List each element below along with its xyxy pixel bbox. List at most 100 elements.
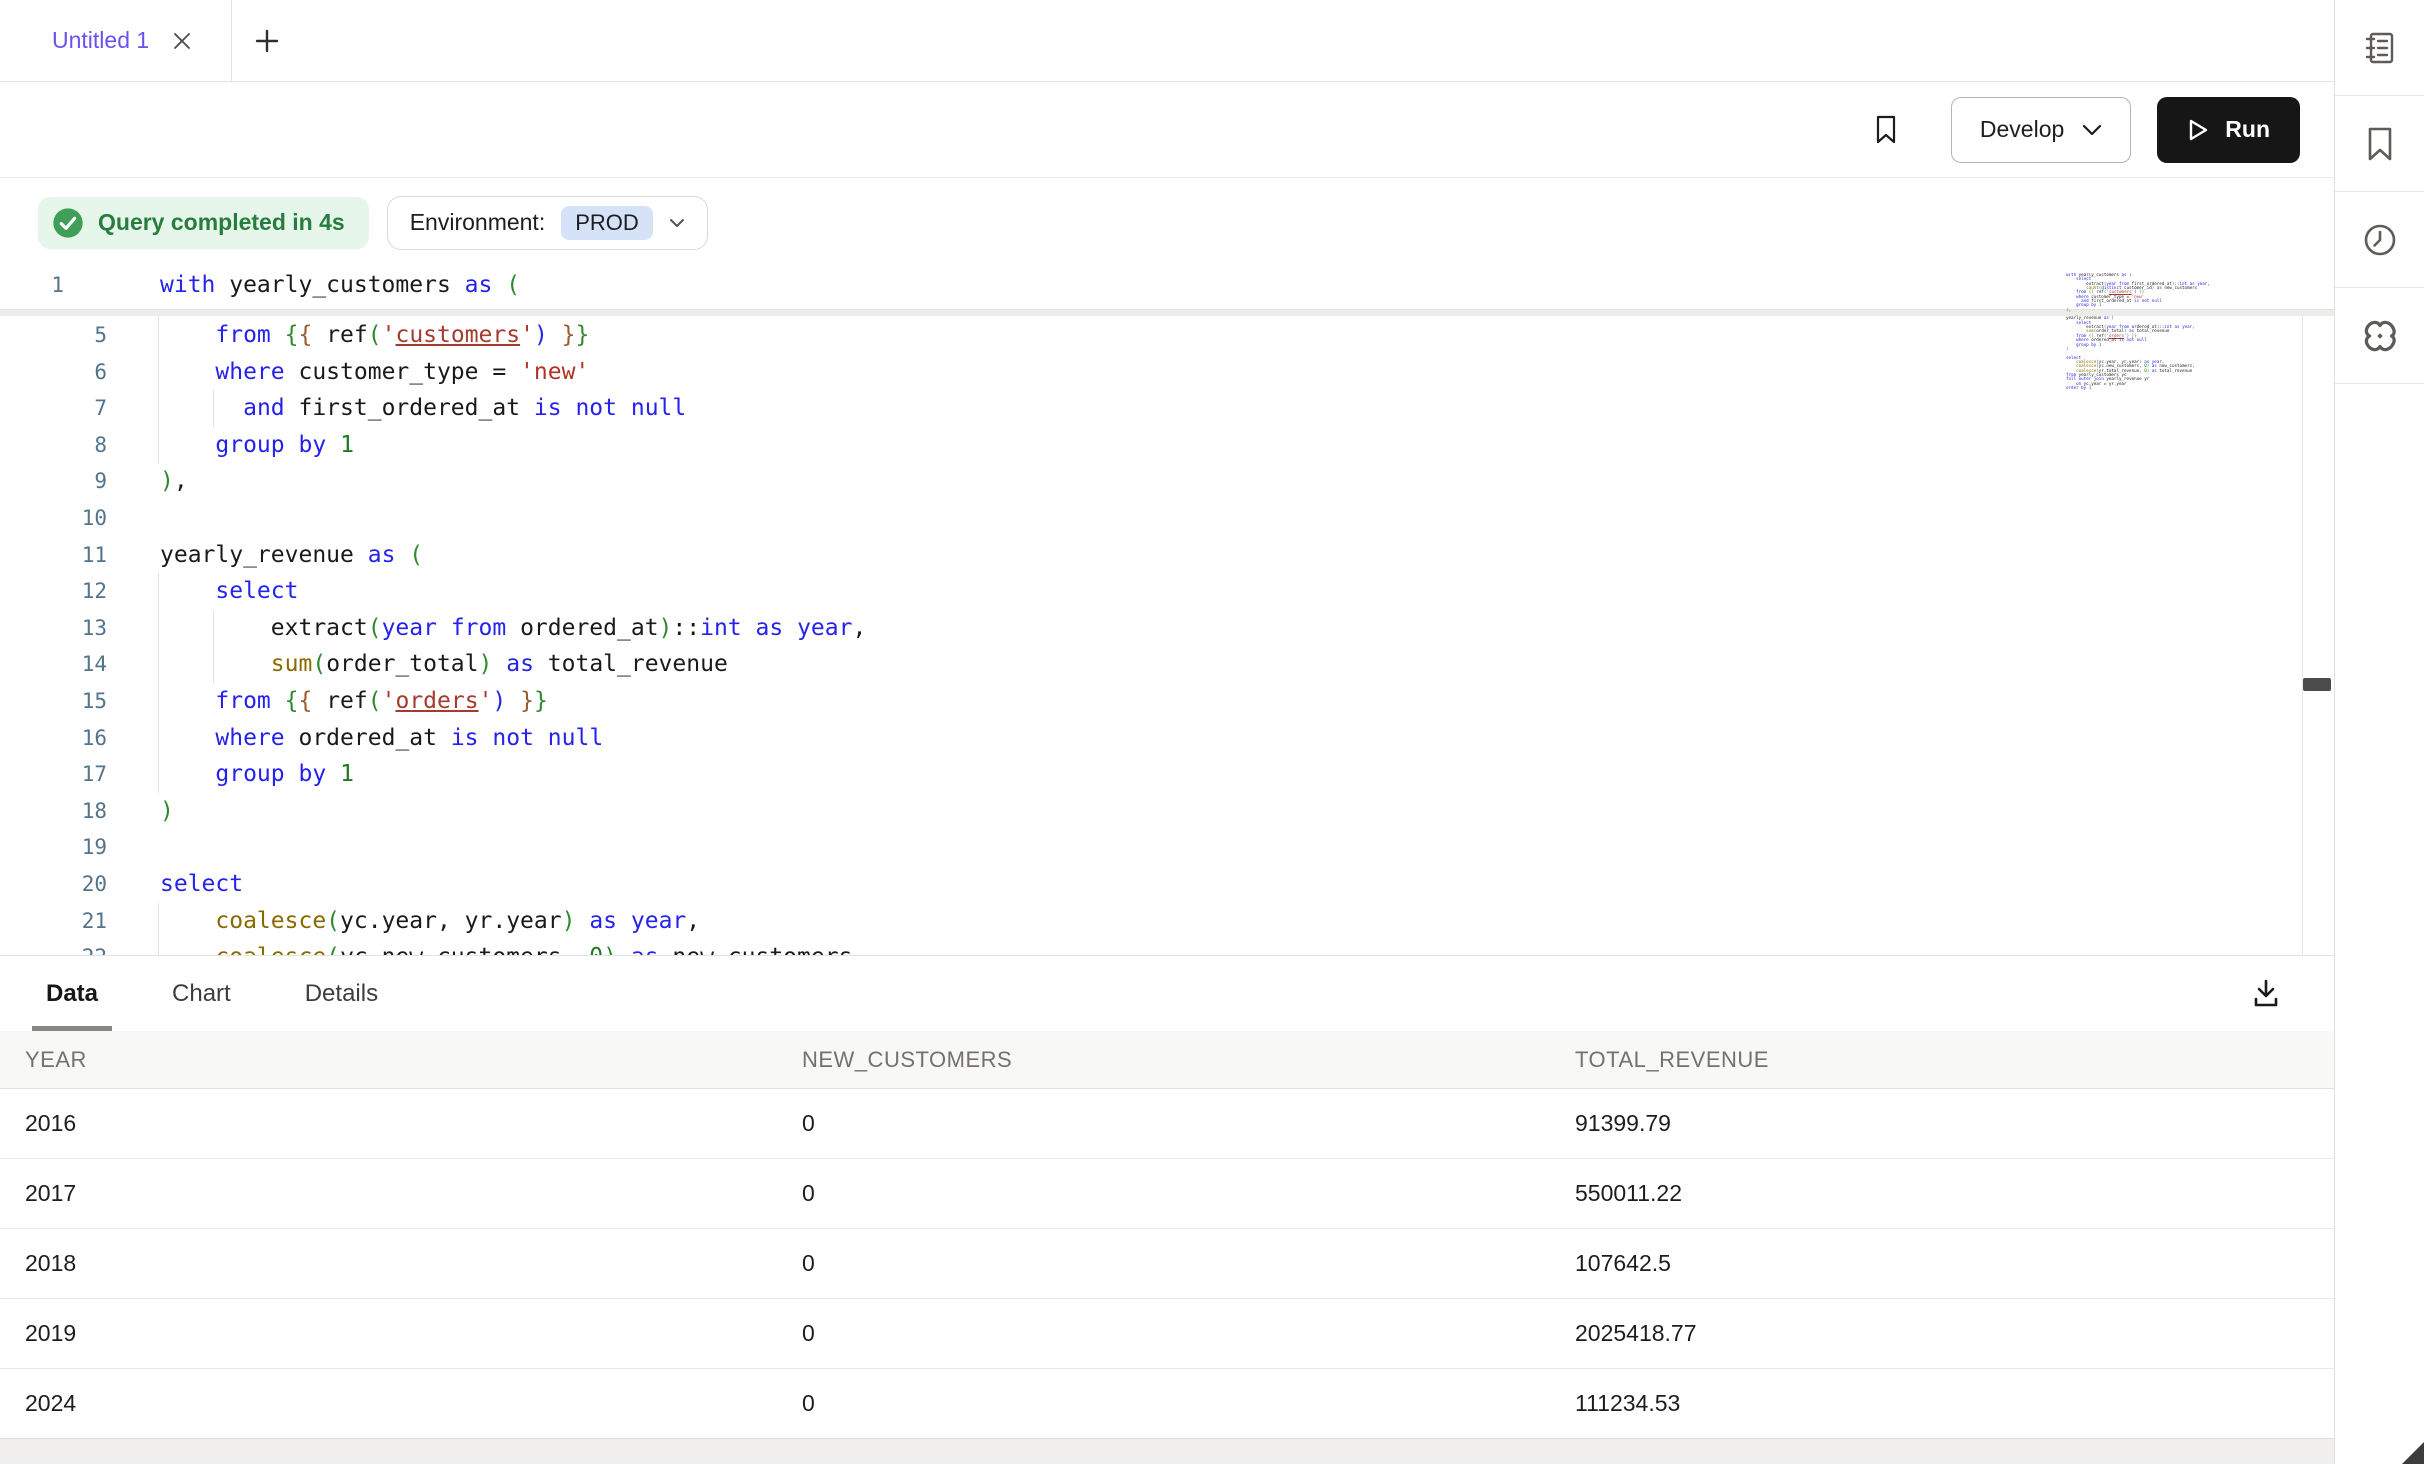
query-status-pill: Query completed in 4s xyxy=(38,197,369,249)
indent-guide xyxy=(158,573,159,610)
table-row: 20240111234.53 xyxy=(0,1369,2334,1439)
code-line-20: 20select xyxy=(0,866,2280,903)
column-header-year: YEAR xyxy=(25,1047,802,1073)
sidebar-item-dbt[interactable] xyxy=(2335,288,2424,384)
code-line-21: 21 coalesce(yc.year, yr.year) as year, xyxy=(0,903,2280,940)
indent-guide xyxy=(158,354,159,391)
download-button[interactable] xyxy=(2246,974,2286,1014)
new-tab-button[interactable] xyxy=(232,0,302,82)
code-line-9: 9), xyxy=(0,463,2280,500)
line-number: 13 xyxy=(0,610,107,647)
close-icon[interactable] xyxy=(171,30,193,52)
sidebar-item-history[interactable] xyxy=(2335,192,2424,288)
minimap-line: order by 1 xyxy=(2066,386,2296,390)
toolbar: Develop Run xyxy=(0,82,2334,178)
line-number: 6 xyxy=(0,354,107,391)
code-line-16: 16 where ordered_at is not null xyxy=(0,720,2280,757)
indent-guide xyxy=(158,427,159,464)
tab-untitled-1[interactable]: Untitled 1 xyxy=(0,0,231,82)
play-icon xyxy=(2187,118,2209,142)
table-body: 2016091399.7920170550011.2220180107642.5… xyxy=(0,1089,2334,1439)
status-row: Query completed in 4s Environment: PROD xyxy=(0,178,2334,267)
code-line-22: 22 coalesce(yc.new_customers, 0) as new_… xyxy=(0,939,2280,955)
table-cell: 111234.53 xyxy=(1575,1390,2334,1417)
table-cell: 550011.22 xyxy=(1575,1180,2334,1207)
table-cell: 2019 xyxy=(25,1320,802,1347)
line-number: 8 xyxy=(0,427,107,464)
code-line-5: 5 from {{ ref('customers') }} xyxy=(0,317,2280,354)
table-row: 201902025418.77 xyxy=(0,1299,2334,1369)
line-number: 17 xyxy=(0,756,107,793)
line-number: 10 xyxy=(0,500,107,537)
sql-editor[interactable]: 1with yearly_customers as ( 5 from {{ re… xyxy=(0,267,2334,955)
main-area: Untitled 1 Develop Run xyxy=(0,0,2334,1464)
line-number: 20 xyxy=(0,866,107,903)
line-number: 5 xyxy=(0,317,107,354)
sticky-separator xyxy=(0,309,2334,316)
environment-selector[interactable]: Environment: PROD xyxy=(387,196,708,250)
scrollbar-track xyxy=(2302,267,2303,955)
line-number: 7 xyxy=(0,390,107,427)
results-tabs: Data Chart Details xyxy=(0,956,2334,1031)
table-header: YEARNEW_CUSTOMERSTOTAL_REVENUE xyxy=(0,1031,2334,1089)
tab-label: Untitled 1 xyxy=(52,27,149,54)
line-number: 19 xyxy=(0,829,107,866)
table-cell: 2018 xyxy=(25,1250,802,1277)
sidebar-item-notebook[interactable] xyxy=(2335,0,2424,96)
develop-dropdown[interactable]: Develop xyxy=(1951,97,2131,163)
code-line-14: 14 sum(order_total) as total_revenue xyxy=(0,646,2280,683)
develop-label: Develop xyxy=(1980,116,2064,143)
code-line-13: 13 extract(year from ordered_at)::int as… xyxy=(0,610,2280,647)
code-line-7: 7 and first_ordered_at is not null xyxy=(0,390,2280,427)
code-line-8: 8 group by 1 xyxy=(0,427,2280,464)
indent-guide xyxy=(158,317,159,354)
history-icon xyxy=(2360,220,2400,260)
tab-data[interactable]: Data xyxy=(32,956,112,1031)
table-row: 20180107642.5 xyxy=(0,1229,2334,1299)
code-body[interactable]: 5 from {{ ref('customers') }}6 where cus… xyxy=(0,317,2280,955)
tab-chart[interactable]: Chart xyxy=(158,956,245,1031)
indent-guide xyxy=(158,390,159,427)
column-header-new_customers: NEW_CUSTOMERS xyxy=(802,1047,1575,1073)
bookmark-icon xyxy=(2363,125,2397,163)
table-cell: 0 xyxy=(802,1250,1575,1277)
minimap[interactable]: with yearly_customers as ( select extrac… xyxy=(2066,273,2296,913)
line-number: 16 xyxy=(0,720,107,757)
indent-guide xyxy=(158,939,159,955)
indent-guide xyxy=(158,683,159,720)
chevron-down-icon xyxy=(2082,124,2102,136)
environment-badge: PROD xyxy=(561,206,653,240)
notebook-icon xyxy=(2359,28,2401,68)
code-line-17: 17 group by 1 xyxy=(0,756,2280,793)
bookmark-button[interactable] xyxy=(1859,103,1913,157)
column-header-total_revenue: TOTAL_REVENUE xyxy=(1575,1047,2334,1073)
table-cell: 0 xyxy=(802,1180,1575,1207)
right-sidebar xyxy=(2334,0,2424,1464)
tab-details[interactable]: Details xyxy=(291,956,392,1031)
line-number: 18 xyxy=(0,793,107,830)
sidebar-item-bookmarks[interactable] xyxy=(2335,96,2424,192)
indent-guide xyxy=(158,646,159,683)
code-line-12: 12 select xyxy=(0,573,2280,610)
code-line-6: 6 where customer_type = 'new' xyxy=(0,354,2280,391)
code-line-18: 18) xyxy=(0,793,2280,830)
scrollbar-thumb[interactable] xyxy=(2303,678,2331,691)
horizontal-scrollbar-track[interactable] xyxy=(0,1438,2334,1464)
code-line-1-sticky: 1with yearly_customers as ( xyxy=(0,267,2334,304)
tab-bar: Untitled 1 xyxy=(0,0,2334,82)
line-number: 21 xyxy=(0,903,107,940)
table-cell: 0 xyxy=(802,1320,1575,1347)
line-number: 1 xyxy=(0,267,64,304)
line-number: 15 xyxy=(0,683,107,720)
indent-guide xyxy=(213,646,214,683)
line-number: 12 xyxy=(0,573,107,610)
dbt-logo-icon xyxy=(2358,314,2402,358)
run-button[interactable]: Run xyxy=(2157,97,2300,163)
table-cell: 2024 xyxy=(25,1390,802,1417)
table-cell: 91399.79 xyxy=(1575,1110,2334,1137)
table-cell: 0 xyxy=(802,1110,1575,1137)
code-line-15: 15 from {{ ref('orders') }} xyxy=(0,683,2280,720)
plus-icon xyxy=(252,26,282,56)
table-cell: 0 xyxy=(802,1390,1575,1417)
check-circle-icon xyxy=(52,207,84,239)
